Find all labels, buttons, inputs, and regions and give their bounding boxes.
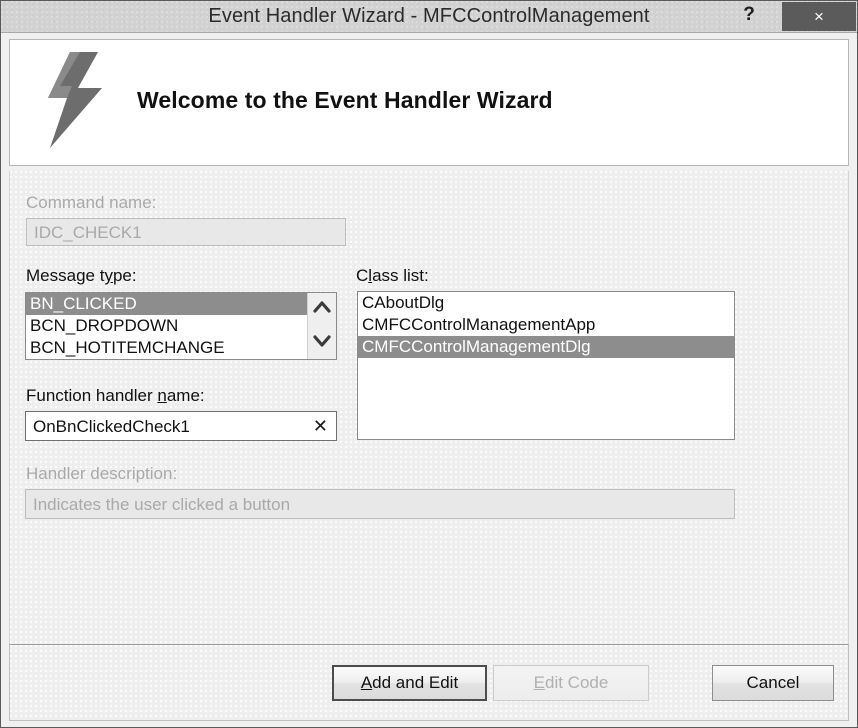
title-bar: Event Handler Wizard - MFCControlManagem…: [1, 1, 857, 33]
message-type-label: Message type:: [26, 266, 137, 286]
function-handler-input[interactable]: OnBnClickedCheck1 ✕: [25, 411, 337, 441]
edit-code-button: Edit Code: [493, 665, 649, 701]
function-handler-label-part1: Function handler: [26, 386, 158, 405]
message-type-scrollbar[interactable]: [307, 293, 336, 359]
handler-description-input: Indicates the user clicked a button: [25, 489, 735, 519]
window-title: Event Handler Wizard - MFCControlManagem…: [208, 5, 650, 27]
message-type-label-accel: y: [104, 266, 113, 285]
cancel-button[interactable]: Cancel: [712, 665, 834, 701]
message-type-label-part1: Message t: [26, 266, 105, 285]
class-listbox[interactable]: CAboutDlg CMFCControlManagementApp CMFCC…: [357, 291, 735, 440]
message-type-listbox[interactable]: BN_CLICKED BCN_DROPDOWN BCN_HOTITEMCHANG…: [25, 292, 337, 360]
edit-code-label-part2: dit Code: [545, 673, 609, 692]
wizard-body: Command name: IDC_CHECK1 Message type: B…: [9, 171, 849, 644]
close-button[interactable]: ×: [782, 2, 856, 31]
list-item[interactable]: CMFCControlManagementDlg: [358, 336, 734, 358]
list-item[interactable]: BCN_HOTITEMCHANGE: [26, 337, 307, 359]
handler-description-label: Handler description:: [26, 464, 178, 483]
wizard-banner: Welcome to the Event Handler Wizard: [9, 39, 849, 166]
command-name-label: Command name:: [26, 193, 157, 212]
function-handler-label-part2: ame:: [166, 386, 205, 405]
clear-icon[interactable]: ✕: [313, 417, 328, 435]
function-handler-value: OnBnClickedCheck1: [33, 416, 190, 436]
command-name-value: IDC_CHECK1: [34, 222, 142, 242]
function-handler-label: Function handler name:: [26, 386, 205, 406]
add-and-edit-label-part2: dd and Edit: [372, 673, 459, 692]
function-handler-label-accel: n: [157, 386, 167, 405]
lightning-bolt-icon: [40, 50, 108, 150]
banner-heading: Welcome to the Event Handler Wizard: [137, 87, 553, 113]
class-list-label-part2: ass list:: [372, 266, 429, 285]
message-type-items: BN_CLICKED BCN_DROPDOWN BCN_HOTITEMCHANG…: [26, 293, 307, 359]
handler-description-value: Indicates the user clicked a button: [33, 494, 291, 514]
chevron-up-icon[interactable]: [308, 294, 336, 324]
edit-code-label-accel: E: [533, 673, 545, 692]
class-list-items: CAboutDlg CMFCControlManagementApp CMFCC…: [358, 292, 734, 439]
help-button[interactable]: ?: [731, 1, 767, 31]
wizard-footer: Add and Edit Edit Code Cancel: [9, 644, 849, 721]
list-item[interactable]: CAboutDlg: [358, 292, 734, 314]
list-item[interactable]: CMFCControlManagementApp: [358, 314, 734, 336]
list-item[interactable]: BCN_DROPDOWN: [26, 315, 307, 337]
add-and-edit-button[interactable]: Add and Edit: [332, 665, 487, 701]
list-item[interactable]: BN_CLICKED: [26, 293, 307, 315]
chevron-down-icon[interactable]: [308, 328, 336, 358]
event-handler-wizard-window: Event Handler Wizard - MFCControlManagem…: [0, 0, 858, 728]
message-type-label-part2: pe:: [112, 266, 137, 285]
class-list-label-part1: C: [356, 266, 369, 285]
class-list-label: Class list:: [356, 266, 429, 286]
command-name-input: IDC_CHECK1: [26, 218, 346, 246]
add-and-edit-label-accel: A: [360, 673, 373, 692]
